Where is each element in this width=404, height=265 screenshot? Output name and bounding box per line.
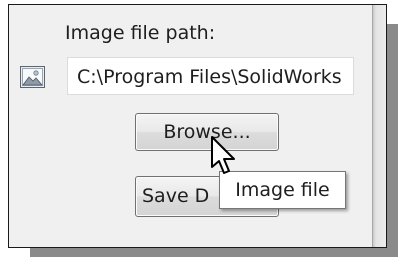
image-path-field[interactable]: C:\Program Files\SolidWorks	[67, 57, 354, 95]
image-file-icon	[20, 66, 45, 88]
browse-button[interactable]: Browse...	[135, 113, 279, 151]
image-path-label: Image file path:	[65, 22, 216, 44]
dialog-panel: Image file path: C:\Program Files\SolidW…	[8, 4, 387, 248]
arrow-pointer-icon	[210, 135, 244, 181]
panel-edge	[372, 5, 386, 247]
